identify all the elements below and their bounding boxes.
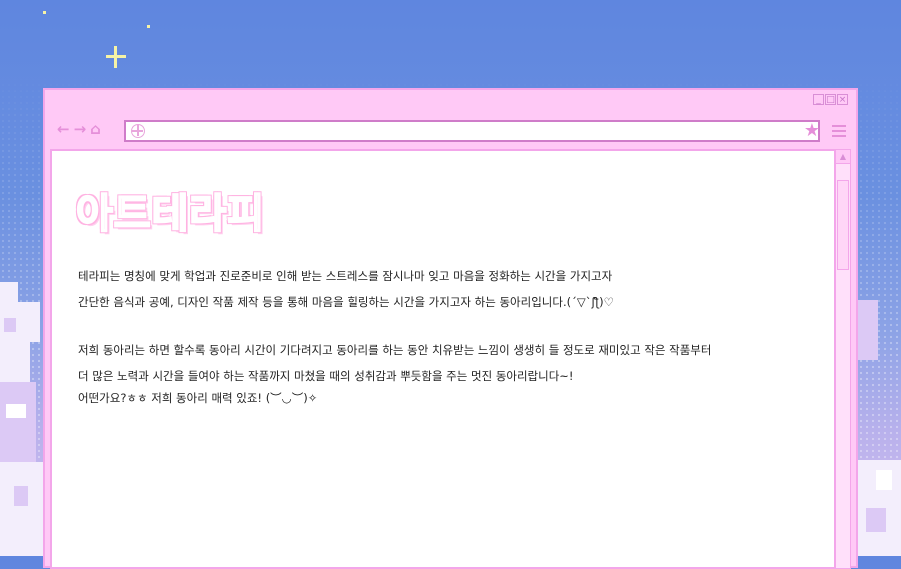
- vertical-scrollbar[interactable]: ▲: [835, 149, 851, 569]
- home-icon[interactable]: ⌂: [90, 119, 101, 139]
- scroll-up-arrow-icon[interactable]: ▲: [836, 150, 850, 164]
- address-bar[interactable]: [124, 120, 820, 142]
- star-icon: [147, 25, 150, 28]
- minimize-button[interactable]: _: [813, 94, 824, 105]
- back-arrow-icon[interactable]: ←: [57, 119, 70, 139]
- globe-icon: [131, 124, 145, 138]
- intro-paragraph: 테라피는 명칭에 맞게 학업과 진로준비로 인해 받는 스트레스를 잠시나마 잊…: [78, 263, 614, 315]
- maximize-button[interactable]: □: [825, 94, 836, 105]
- page-title: 아트테라피: [75, 190, 265, 238]
- browser-window: _ □ × ← → ⌂ ★ 아트테라피 테라피는 명칭에 맞게 학업과 진로준비…: [43, 88, 858, 569]
- bookmark-star-icon[interactable]: ★: [804, 120, 820, 142]
- url-input[interactable]: [150, 122, 790, 140]
- nav-buttons: ← → ⌂: [57, 119, 101, 139]
- intro-line: 테라피는 명칭에 맞게 학업과 진로준비로 인해 받는 스트레스를 잠시나마 잊…: [78, 269, 613, 283]
- body-line: 저희 동아리는 하면 할수록 동아리 시간이 기다려지고 동아리를 하는 동안 …: [78, 343, 712, 357]
- intro-line: 간단한 음식과 공예, 디자인 작품 제작 등을 통해 마음을 힐링하는 시간을…: [78, 295, 614, 309]
- forward-arrow-icon[interactable]: →: [74, 119, 87, 139]
- body-paragraph: 저희 동아리는 하면 할수록 동아리 시간이 기다려지고 동아리를 하는 동안 …: [78, 337, 711, 411]
- sparkle-icon: [106, 46, 126, 68]
- page-content: 아트테라피 테라피는 명칭에 맞게 학업과 진로준비로 인해 받는 스트레스를 …: [50, 149, 836, 569]
- close-button[interactable]: ×: [837, 94, 848, 105]
- scroll-thumb[interactable]: [837, 180, 849, 270]
- window-controls: _ □ ×: [813, 94, 848, 105]
- star-icon: [43, 11, 46, 14]
- menu-icon[interactable]: [832, 125, 846, 137]
